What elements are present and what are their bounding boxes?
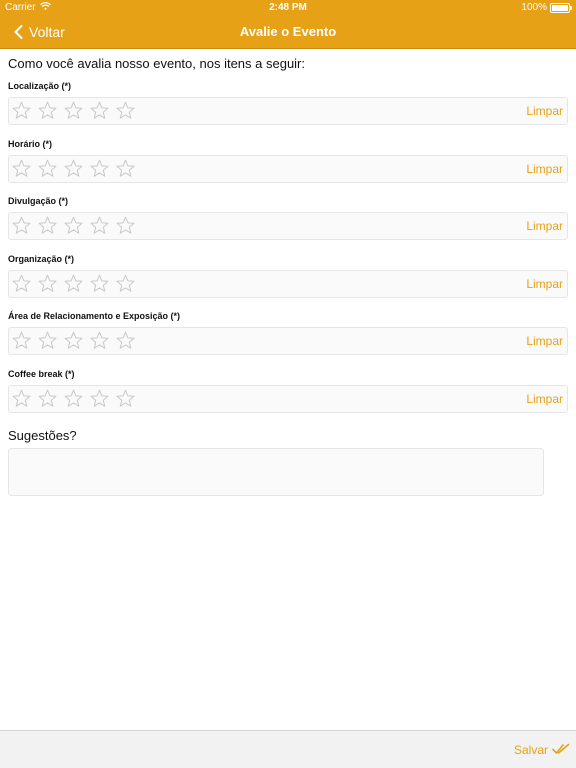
star-icon[interactable]	[116, 389, 135, 408]
star-icon[interactable]	[90, 101, 109, 120]
rating-row: Limpar	[8, 154, 568, 183]
star-icon[interactable]	[116, 274, 135, 293]
back-label: Voltar	[29, 24, 65, 40]
star-icon[interactable]	[116, 101, 135, 120]
clear-rating-button[interactable]: Limpar	[526, 98, 563, 124]
star-icon[interactable]	[90, 159, 109, 178]
star-icon[interactable]	[64, 274, 83, 293]
star-icon[interactable]	[116, 159, 135, 178]
star-icon[interactable]	[12, 389, 31, 408]
star-icon[interactable]	[12, 101, 31, 120]
rating-row: Limpar	[8, 269, 568, 298]
star-icon[interactable]	[38, 216, 57, 235]
battery-percent: 100%	[521, 2, 547, 13]
star-icon[interactable]	[12, 159, 31, 178]
star-rating	[12, 389, 135, 408]
battery-status: 100%	[521, 2, 572, 13]
rating-label: Coffee break (*)	[8, 369, 75, 379]
rating-label: Organização (*)	[8, 253, 75, 264]
suggestions-input[interactable]	[8, 448, 544, 496]
star-icon[interactable]	[38, 389, 57, 408]
rating-row: Limpar	[8, 327, 568, 356]
rating-label: Área de Relacionamento e Exposição (*)	[8, 311, 181, 322]
star-icon[interactable]	[64, 389, 83, 408]
star-icon[interactable]	[12, 331, 31, 350]
star-rating	[12, 274, 135, 293]
rating-label: Horário (*)	[8, 138, 53, 149]
clear-rating-button[interactable]: Limpar	[526, 271, 563, 297]
rating-label: Divulgação (*)	[8, 196, 69, 207]
star-icon[interactable]	[38, 274, 57, 293]
star-rating	[12, 331, 135, 350]
back-button[interactable]: Voltar	[14, 16, 65, 48]
star-icon[interactable]	[90, 216, 109, 235]
clear-rating-button[interactable]: Limpar	[526, 328, 563, 354]
star-icon[interactable]	[64, 101, 83, 120]
clear-rating-button[interactable]: Limpar	[526, 213, 563, 239]
star-icon[interactable]	[12, 216, 31, 235]
star-icon[interactable]	[38, 331, 57, 350]
rating-row: Limpar	[8, 212, 568, 241]
bottom-toolbar: Salvar	[0, 730, 576, 768]
rating-row: Limpar	[8, 97, 568, 125]
navigation-bar: Voltar Avalie o Evento	[0, 16, 576, 49]
star-icon[interactable]	[64, 331, 83, 350]
rating-row: Limpar	[8, 385, 568, 413]
save-button[interactable]: Salvar	[514, 731, 570, 768]
star-rating	[12, 216, 135, 235]
star-icon[interactable]	[38, 159, 57, 178]
clear-rating-button[interactable]: Limpar	[526, 156, 563, 182]
star-icon[interactable]	[90, 389, 109, 408]
star-icon[interactable]	[116, 216, 135, 235]
page-title: Avalie o Evento	[239, 24, 337, 39]
status-bar: Carrier 2:48 PM 100%	[0, 0, 576, 16]
star-icon[interactable]	[64, 216, 83, 235]
suggestions-label: Sugestões?	[8, 428, 77, 443]
star-rating	[12, 101, 135, 120]
star-icon[interactable]	[64, 159, 83, 178]
rating-label: Localização (*)	[8, 81, 72, 91]
status-time: 2:48 PM	[269, 2, 307, 13]
chevron-left-icon	[14, 25, 23, 39]
intro-text: Como você avalia nosso evento, nos itens…	[8, 56, 306, 71]
star-rating	[12, 159, 135, 178]
battery-icon	[550, 2, 572, 13]
star-icon[interactable]	[12, 274, 31, 293]
star-icon[interactable]	[90, 274, 109, 293]
save-label: Salvar	[513, 743, 548, 757]
star-icon[interactable]	[38, 101, 57, 120]
star-icon[interactable]	[116, 331, 135, 350]
clear-rating-button[interactable]: Limpar	[526, 386, 563, 412]
app-window: Carrier 2:48 PM 100% Voltar Avalie o Eve…	[0, 0, 576, 768]
double-check-icon	[552, 743, 570, 758]
star-icon[interactable]	[90, 331, 109, 350]
